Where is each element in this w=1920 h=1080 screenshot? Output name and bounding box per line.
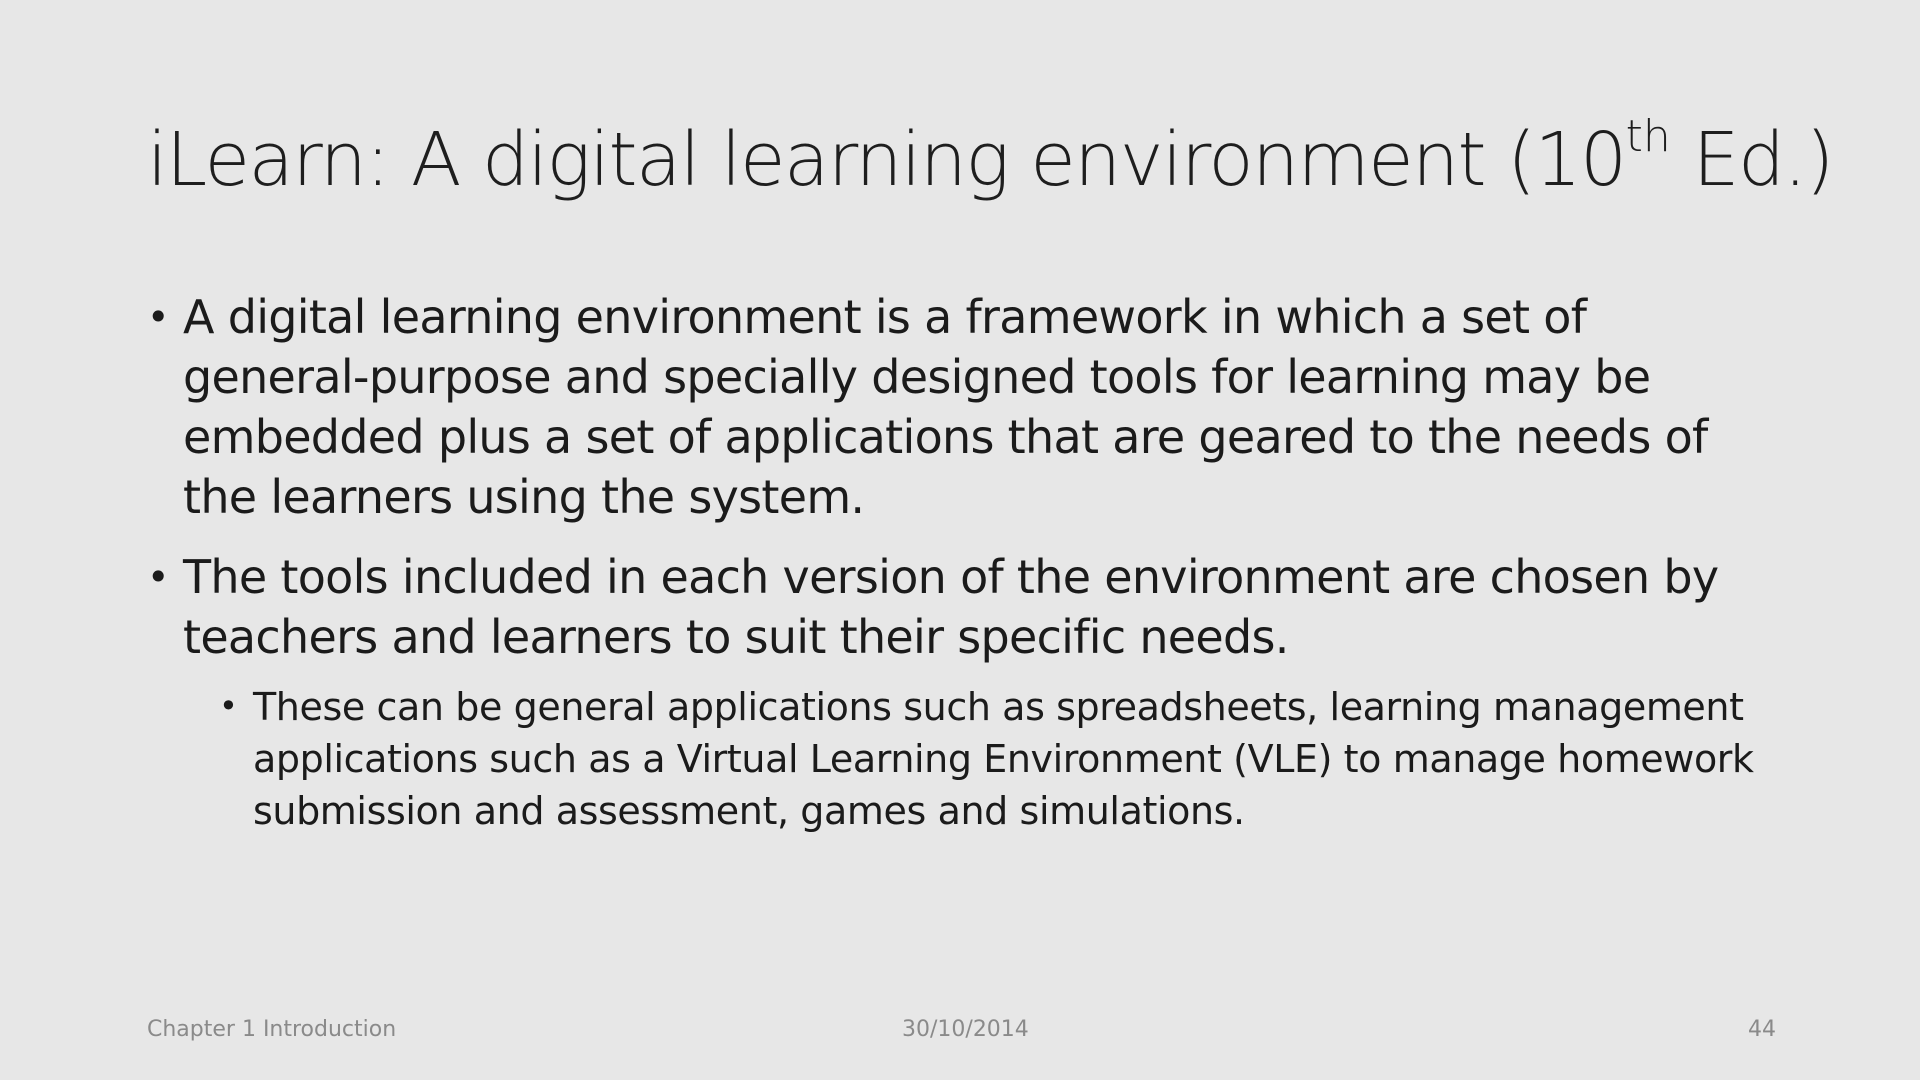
bullet-item: • A digital learning environment is a fr… (147, 287, 1767, 527)
slide-title-main: iLearn: A digital learning environment (… (147, 117, 1627, 203)
sub-bullet-text: These can be general applications such a… (253, 685, 1754, 833)
bullet-dot-icon: • (147, 555, 169, 599)
slide-title-superscript: th (1625, 111, 1671, 163)
bullet-text: The tools included in each version of th… (183, 550, 1719, 664)
slide-title: iLearn: A digital learning environment (… (147, 111, 1834, 208)
bullet-text: A digital learning environment is a fram… (183, 290, 1708, 524)
footer-page-number: 44 (1748, 1017, 1776, 1042)
slide-title-tail: Ed.) (1670, 117, 1835, 203)
bullet-item: • The tools included in each version of … (147, 547, 1767, 667)
sub-bullet-item: • These can be general applications such… (219, 681, 1767, 837)
footer-date: 30/10/2014 (902, 1017, 1029, 1042)
bullet-dot-icon: • (147, 295, 169, 339)
slide: iLearn: A digital learning environment (… (0, 0, 1920, 1080)
sub-bullet-dot-icon: • (219, 687, 238, 725)
footer-chapter: Chapter 1 Introduction (147, 1017, 397, 1042)
slide-body: • A digital learning environment is a fr… (147, 287, 1767, 837)
